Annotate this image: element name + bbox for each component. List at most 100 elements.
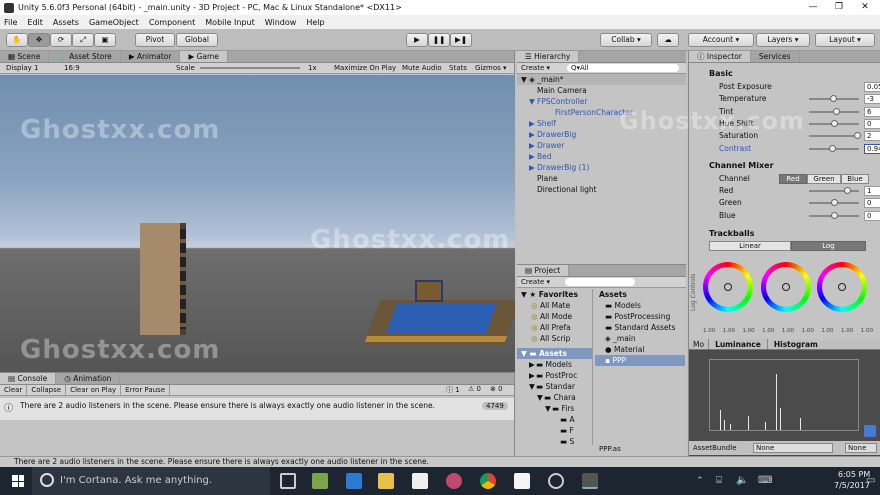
asset-item[interactable]: ▬ Models (595, 300, 685, 311)
gain-trackball[interactable] (817, 262, 867, 312)
asset-variant-dropdown[interactable]: None (845, 443, 877, 453)
menu-assets[interactable]: Assets (53, 18, 79, 27)
scene-row[interactable]: ▼ ◈ _main* (517, 74, 686, 85)
property-slider[interactable] (809, 144, 859, 152)
favorite-item[interactable]: ◎ All Prefa (517, 322, 592, 333)
display-dropdown[interactable]: Display 1 (6, 63, 38, 73)
chrome-icon[interactable] (480, 473, 496, 489)
mode-dropdown[interactable]: Mo (689, 339, 708, 349)
asset-bundle-dropdown[interactable]: None (753, 443, 833, 453)
expand-arrow-icon[interactable]: ▶ (529, 151, 537, 162)
rect-tool-icon[interactable]: ▣ (94, 33, 116, 47)
hierarchy-item[interactable]: Main Camera (517, 85, 686, 96)
network-icon[interactable]: ⌸ (716, 475, 722, 486)
tray-chevron-icon[interactable]: ⌃ (696, 476, 704, 486)
expand-arrow-icon[interactable]: ▼ (529, 381, 536, 392)
menu-edit[interactable]: Edit (27, 18, 43, 27)
property-slider[interactable] (809, 107, 859, 115)
tab-hierarchy[interactable]: ☰ Hierarchy (517, 51, 580, 62)
channel-green-button[interactable]: Green (807, 174, 841, 184)
tab-project[interactable]: ▤ Project (517, 265, 570, 276)
property-slider[interactable] (809, 95, 859, 103)
expand-arrow-icon[interactable]: ▶ (529, 370, 536, 381)
property-value-field[interactable]: 6 (864, 106, 880, 117)
clear-button[interactable]: Clear (0, 385, 28, 395)
tab-asset-store[interactable]: 🛒 Asset Store (49, 51, 121, 62)
project-create-button[interactable]: Create ▾ (521, 278, 550, 286)
clock-date[interactable]: 7/5/2017 (834, 481, 870, 490)
status-bar[interactable]: There are 2 audio listeners in the scene… (0, 456, 880, 467)
unity-taskbar-icon[interactable] (582, 473, 598, 489)
expand-arrow-icon[interactable]: ▶ (529, 359, 536, 370)
favorite-item[interactable]: ◎ All Scrip (517, 333, 592, 344)
expand-arrow-icon[interactable]: ▼ (537, 392, 544, 403)
property-slider[interactable] (809, 119, 859, 127)
tab-console[interactable]: ▤ Console (0, 373, 57, 384)
asset-tree-item[interactable]: ▼▬ Firs (517, 403, 592, 414)
favorite-item[interactable]: ◎ All Mate (517, 300, 592, 311)
lift-trackball[interactable] (703, 262, 753, 312)
tab-services[interactable]: Services (751, 51, 800, 62)
asset-item[interactable]: ◈ _main (595, 333, 685, 344)
property-value-field[interactable]: 0.05 (864, 82, 880, 92)
gizmos-dropdown[interactable]: Gizmos ▾ (475, 63, 507, 73)
asset-tree-item[interactable]: ▬ S (517, 436, 592, 447)
scale-tool-icon[interactable]: ⤢ (72, 33, 94, 47)
property-slider[interactable] (809, 211, 859, 219)
cortana-search-box[interactable]: I'm Cortana. Ask me anything. (32, 467, 270, 495)
slider-knob[interactable] (828, 144, 836, 152)
maximize-button[interactable]: ❐ (826, 0, 852, 15)
layers-button[interactable]: Layers ▾ (756, 33, 810, 47)
scale-slider[interactable] (200, 67, 300, 69)
expand-arrow-icon[interactable]: ▶ (529, 162, 537, 173)
property-slider[interactable] (809, 187, 859, 194)
minimize-button[interactable]: — (800, 0, 826, 15)
edge-icon[interactable] (346, 473, 362, 489)
file-explorer-icon[interactable] (378, 473, 394, 489)
hierarchy-item[interactable]: ▶ DrawerBig (1) (517, 162, 686, 173)
asset-tree-item[interactable]: ▬ F (517, 425, 592, 436)
slider-knob[interactable] (829, 95, 837, 103)
media-icon[interactable] (446, 473, 462, 489)
rotate-tool-icon[interactable]: ⟳ (50, 33, 72, 47)
property-value-field[interactable]: 0 (864, 118, 880, 129)
slider-knob[interactable] (853, 132, 861, 140)
tab-animator[interactable]: ▶ Animator (121, 51, 181, 62)
pivot-button[interactable]: Pivot (135, 33, 175, 47)
play-button[interactable]: ▶ (406, 33, 428, 47)
slider-knob[interactable] (831, 199, 838, 207)
task-view-icon[interactable] (280, 473, 296, 489)
app-icon[interactable] (312, 473, 328, 489)
store-icon[interactable] (412, 473, 428, 489)
console-entry[interactable]: ⓘ There are 2 audio listeners in the sce… (0, 398, 514, 420)
stats-toggle[interactable]: Stats (449, 63, 467, 73)
menu-file[interactable]: File (4, 18, 17, 27)
tab-inspector[interactable]: ⓘ Inspector (689, 51, 751, 62)
hierarchy-item[interactable]: ▼ FPSController (517, 96, 686, 107)
notification-icon[interactable]: ▭ (866, 475, 875, 486)
expand-arrow-icon[interactable]: ▶ (529, 140, 537, 151)
asset-tree-item[interactable]: ▼▬ Chara (517, 392, 592, 403)
asset-item[interactable]: ▬ Standard Assets (595, 322, 685, 333)
tag-icon[interactable] (864, 425, 876, 437)
collab-button[interactable]: Collab ▾ (600, 33, 652, 47)
project-search-input[interactable] (565, 278, 635, 286)
asset-item[interactable]: ▪ PPP (595, 355, 685, 366)
property-value-field[interactable]: 2 (864, 131, 880, 142)
aspect-dropdown[interactable]: 16:9 (64, 63, 80, 73)
asset-tree-item[interactable]: ▶▬ PostProc (517, 370, 592, 381)
expand-arrow-icon[interactable]: ▼ (545, 403, 552, 414)
hierarchy-item[interactable]: Plane (517, 173, 686, 184)
maximize-on-play-toggle[interactable]: Maximize On Play (334, 63, 396, 73)
property-value-field[interactable]: -3 (864, 94, 880, 105)
tab-game[interactable]: ▶ Game (180, 51, 228, 62)
tab-animation[interactable]: ◷ Animation (56, 373, 121, 384)
windows-start-icon[interactable] (12, 475, 24, 487)
cloud-icon[interactable]: ☁ (657, 33, 679, 47)
property-value-field[interactable]: 1 (864, 186, 880, 196)
log-count[interactable]: ⓘ 1 (446, 385, 460, 395)
slider-knob[interactable] (831, 119, 838, 127)
linear-mode-button[interactable]: Linear (709, 241, 791, 251)
favorites-header[interactable]: ▼ ★ Favorites (517, 289, 592, 300)
slider-knob[interactable] (832, 107, 840, 115)
